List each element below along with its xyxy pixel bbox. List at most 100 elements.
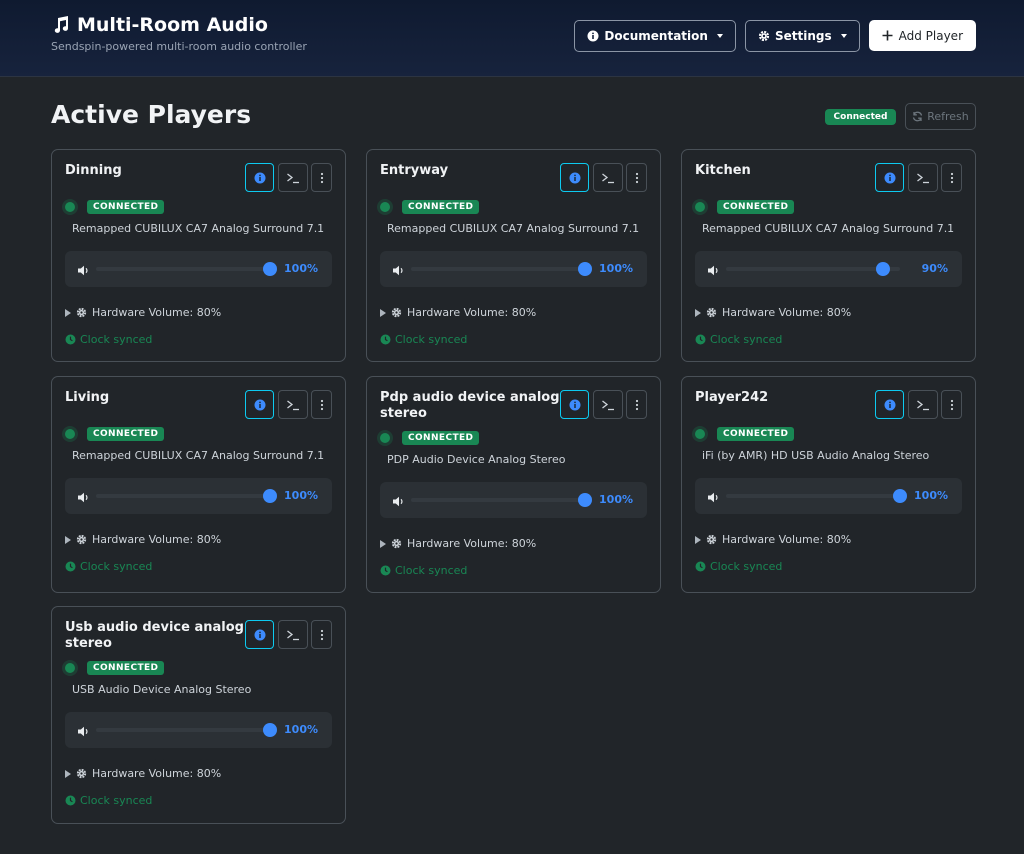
speaker-icon[interactable] bbox=[77, 489, 90, 508]
player-info-button[interactable] bbox=[245, 390, 274, 419]
info-circle-icon bbox=[569, 172, 581, 184]
player-info-button[interactable] bbox=[560, 390, 589, 419]
volume-slider-thumb[interactable] bbox=[263, 723, 277, 737]
more-vertical-icon bbox=[635, 172, 639, 184]
hardware-volume-toggle[interactable]: Hardware Volume: 80% bbox=[380, 306, 536, 319]
player-terminal-button[interactable] bbox=[278, 390, 308, 419]
player-card: Player242 CONNECTED iFi (by AMR) HD USB Au… bbox=[681, 376, 976, 593]
volume-slider[interactable] bbox=[726, 489, 907, 503]
hardware-volume-toggle[interactable]: Hardware Volume: 80% bbox=[695, 533, 851, 546]
volume-slider-thumb[interactable] bbox=[893, 489, 907, 503]
more-vertical-icon bbox=[320, 629, 324, 641]
speaker-icon[interactable] bbox=[392, 493, 405, 512]
gear-icon bbox=[391, 538, 402, 549]
volume-slider[interactable] bbox=[726, 262, 900, 276]
volume-slider[interactable] bbox=[411, 493, 592, 507]
settings-button[interactable]: Settings bbox=[744, 20, 860, 52]
player-menu-button[interactable] bbox=[626, 163, 647, 192]
player-terminal-button[interactable] bbox=[278, 620, 308, 649]
header-actions: Documentation Settings Add Player bbox=[574, 20, 976, 52]
player-terminal-button[interactable] bbox=[908, 390, 938, 419]
volume-slider[interactable] bbox=[96, 262, 277, 276]
player-card: Usb audio device analog stereo CONNECTED U… bbox=[51, 606, 346, 824]
player-name: Player242 bbox=[695, 390, 769, 405]
volume-slider-thumb[interactable] bbox=[263, 489, 277, 503]
hardware-volume-toggle[interactable]: Hardware Volume: 80% bbox=[65, 533, 221, 546]
app-subtitle: Sendspin-powered multi-room audio contro… bbox=[51, 40, 307, 53]
hardware-volume-label: Hardware Volume: 80% bbox=[407, 537, 537, 550]
player-name: Dinning bbox=[65, 163, 122, 178]
status-dot bbox=[380, 202, 390, 212]
player-card: Dinning CONNECTED Remapped CUBILUX CA7 Ana… bbox=[51, 149, 346, 362]
clock-icon bbox=[65, 795, 76, 806]
volume-value: 100% bbox=[599, 493, 633, 506]
volume-slider-thumb[interactable] bbox=[578, 493, 592, 507]
volume-control: 100% bbox=[380, 251, 647, 287]
speaker-icon[interactable] bbox=[707, 262, 720, 281]
speaker-icon[interactable] bbox=[392, 262, 405, 281]
add-player-button[interactable]: Add Player bbox=[868, 20, 976, 51]
caret-right-icon bbox=[380, 539, 386, 548]
refresh-icon bbox=[913, 111, 923, 122]
hardware-volume-toggle[interactable]: Hardware Volume: 80% bbox=[380, 537, 536, 550]
volume-slider[interactable] bbox=[96, 489, 277, 503]
gear-icon bbox=[758, 30, 770, 42]
status-badge: CONNECTED bbox=[87, 427, 165, 441]
volume-slider-thumb[interactable] bbox=[578, 262, 592, 276]
gear-icon bbox=[76, 534, 87, 545]
volume-slider-thumb[interactable] bbox=[875, 262, 890, 276]
device-name: iFi (by AMR) HD USB Audio Analog Stereo bbox=[702, 449, 930, 462]
more-vertical-icon bbox=[950, 172, 954, 184]
player-info-button[interactable] bbox=[245, 163, 274, 192]
player-name: Living bbox=[65, 390, 110, 405]
terminal-icon bbox=[916, 172, 930, 184]
hardware-volume-label: Hardware Volume: 80% bbox=[722, 306, 852, 319]
volume-control: 100% bbox=[65, 712, 332, 748]
player-menu-button[interactable] bbox=[941, 390, 962, 419]
player-menu-button[interactable] bbox=[311, 390, 332, 419]
player-info-button[interactable] bbox=[875, 390, 904, 419]
volume-value: 100% bbox=[599, 262, 633, 275]
speaker-icon[interactable] bbox=[77, 262, 90, 281]
refresh-button[interactable]: Refresh bbox=[905, 103, 976, 130]
clock-status-label: Clock synced bbox=[80, 560, 153, 573]
player-menu-button[interactable] bbox=[941, 163, 962, 192]
speaker-icon[interactable] bbox=[77, 723, 90, 742]
status-badge: CONNECTED bbox=[717, 427, 795, 441]
clock-status: Clock synced bbox=[695, 333, 782, 346]
hardware-volume-toggle[interactable]: Hardware Volume: 80% bbox=[65, 306, 221, 319]
status-badge: CONNECTED bbox=[87, 661, 165, 675]
volume-slider[interactable] bbox=[411, 262, 592, 276]
player-terminal-button[interactable] bbox=[908, 163, 938, 192]
volume-value: 100% bbox=[284, 489, 318, 502]
player-terminal-button[interactable] bbox=[593, 390, 623, 419]
terminal-icon bbox=[916, 399, 930, 411]
player-info-button[interactable] bbox=[875, 163, 904, 192]
hardware-volume-toggle[interactable]: Hardware Volume: 80% bbox=[65, 767, 221, 780]
hardware-volume-toggle[interactable]: Hardware Volume: 80% bbox=[695, 306, 851, 319]
player-menu-button[interactable] bbox=[311, 163, 332, 192]
music-note-icon bbox=[54, 16, 69, 33]
clock-status-label: Clock synced bbox=[80, 333, 153, 346]
refresh-label: Refresh bbox=[927, 110, 969, 123]
player-info-button[interactable] bbox=[245, 620, 274, 649]
player-menu-button[interactable] bbox=[311, 620, 332, 649]
clock-status: Clock synced bbox=[65, 560, 152, 573]
page-title: Active Players bbox=[51, 100, 252, 129]
caret-right-icon bbox=[695, 535, 701, 544]
volume-slider[interactable] bbox=[96, 723, 277, 737]
player-menu-button[interactable] bbox=[626, 390, 647, 419]
volume-slider-thumb[interactable] bbox=[263, 262, 277, 276]
player-status: CONNECTED bbox=[695, 200, 795, 214]
clock-status-label: Clock synced bbox=[710, 333, 783, 346]
speaker-icon[interactable] bbox=[707, 489, 720, 508]
player-terminal-button[interactable] bbox=[593, 163, 623, 192]
caret-right-icon bbox=[65, 769, 71, 778]
player-info-button[interactable] bbox=[560, 163, 589, 192]
device-name: PDP Audio Device Analog Stereo bbox=[387, 453, 566, 466]
status-dot bbox=[695, 202, 705, 212]
player-terminal-button[interactable] bbox=[278, 163, 308, 192]
settings-label: Settings bbox=[774, 29, 832, 43]
info-circle-icon bbox=[587, 30, 599, 42]
documentation-button[interactable]: Documentation bbox=[574, 20, 736, 52]
